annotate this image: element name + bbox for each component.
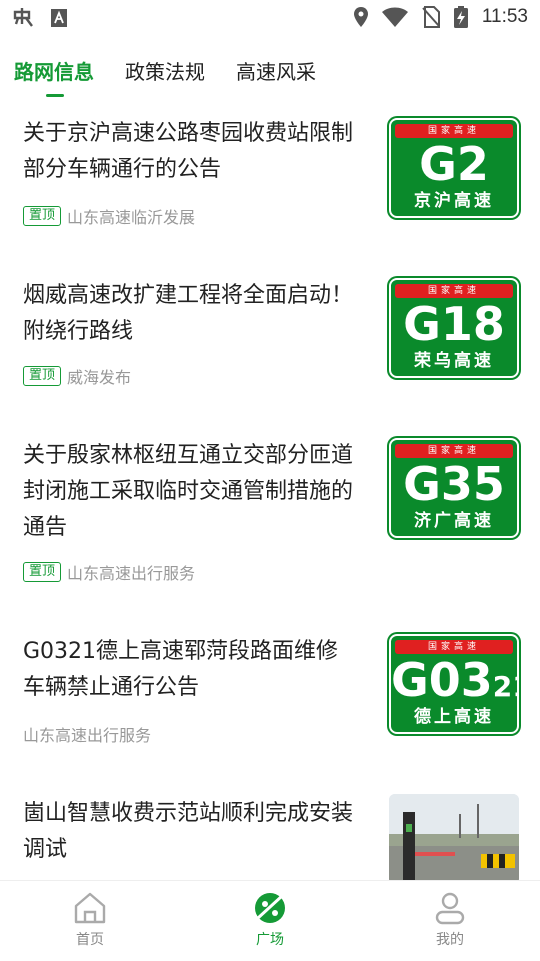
sign-name: 德上高速 [414,707,494,727]
list-item[interactable]: 烟威高速改扩建工程将全面启动！附绕行路线 置顶 威海发布 国家高速 G18 荣乌… [0,276,540,406]
sign-header: 国家高速 [395,284,513,298]
item-title: G0321德上高速郓菏段路面维修车辆禁止通行公告 [23,639,339,700]
nav-home[interactable]: 首页 [50,891,130,949]
tab-indicator [46,94,64,97]
status-bar: 11:53 [0,0,540,38]
pinned-badge: 置顶 [23,562,62,582]
item-source: 山东高速出行服务 [67,564,196,583]
sign-code: G18 [403,297,505,351]
sign-name: 京沪高速 [414,191,494,211]
profile-icon [435,892,465,925]
tab-road-info[interactable]: 路网信息 [14,56,94,85]
wifi-icon [381,7,408,27]
nav-plaza[interactable]: 广场 [230,891,310,949]
item-title: 关于京沪高速公路枣园收费站限制部分车辆通行的公告 [23,121,354,182]
item-source: 山东高速出行服务 [23,726,152,745]
nav-profile[interactable]: 我的 [410,891,490,949]
battery-charging-icon [453,6,468,28]
toll-station-photo [389,794,519,880]
status-time: 11:53 [481,6,528,27]
tab-policy[interactable]: 政策法规 [125,56,205,85]
sign-code: G35 [403,457,505,511]
sign-code: G2 [419,137,489,191]
plaza-icon [255,893,285,923]
location-icon [353,7,368,27]
highway-sign-thumbnail: 国家高速 G18 荣乌高速 [389,278,519,378]
pinned-badge: 置顶 [23,366,62,386]
sign-header: 国家高速 [395,640,513,654]
home-icon [74,892,106,924]
toll-station-photo-art [389,794,519,880]
item-meta: 置顶 山东高速出行服务 [23,560,195,584]
list-item[interactable]: 关于殷家林枢纽互通立交部分匝道封闭施工采取临时交通管制措施的通告 置顶 山东高速… [0,436,540,596]
highway-sign-thumbnail: 国家高速 G0321 德上高速 [389,634,519,734]
item-title: 关于殷家林枢纽互通立交部分匝道封闭施工采取临时交通管制措施的通告 [23,443,354,540]
sign-code-main: G03 [391,653,493,707]
item-title: 烟威高速改扩建工程将全面启动！附绕行路线 [23,283,354,344]
sign-header: 国家高速 [395,124,513,138]
item-meta: 山东高速出行服务 [23,722,151,746]
news-list[interactable]: 关于京沪高速公路枣园收费站限制部分车辆通行的公告 置顶 山东高速临沂发展 国家高… [0,100,540,880]
item-meta: 置顶 山东高速临沂发展 [23,204,195,228]
app-notification-icon [13,8,33,27]
no-sim-icon [422,6,440,28]
nav-home-label: 首页 [76,932,104,948]
item-meta: 置顶 威海发布 [23,364,131,388]
list-item[interactable]: 崮山智慧收费示范站顺利完成安装调试 [0,794,540,880]
tab-highway-showcase[interactable]: 高速风采 [236,56,316,85]
sign-code-sub: 21 [492,670,517,703]
highway-sign-thumbnail: 国家高速 G2 京沪高速 [389,118,519,218]
item-source: 威海发布 [67,368,132,387]
bottom-nav: 首页 广场 我的 [0,880,540,961]
highway-sign-thumbnail: 国家高速 G35 济广高速 [389,438,519,538]
text-notification-icon [51,9,67,27]
sign-name: 济广高速 [414,511,494,531]
pinned-badge: 置顶 [23,206,62,226]
list-item[interactable]: 关于京沪高速公路枣园收费站限制部分车辆通行的公告 置顶 山东高速临沂发展 国家高… [0,116,540,246]
nav-profile-label: 我的 [436,932,464,948]
nav-plaza-label: 广场 [256,932,284,948]
sign-name: 荣乌高速 [414,351,494,371]
item-title: 崮山智慧收费示范站顺利完成安装调试 [23,801,354,862]
item-source: 山东高速临沂发展 [67,208,196,227]
sign-header: 国家高速 [395,444,513,458]
list-item[interactable]: G0321德上高速郓菏段路面维修车辆禁止通行公告 山东高速出行服务 国家高速 G… [0,632,540,762]
tab-bar: 路网信息 政策法规 高速风采 [0,46,540,100]
